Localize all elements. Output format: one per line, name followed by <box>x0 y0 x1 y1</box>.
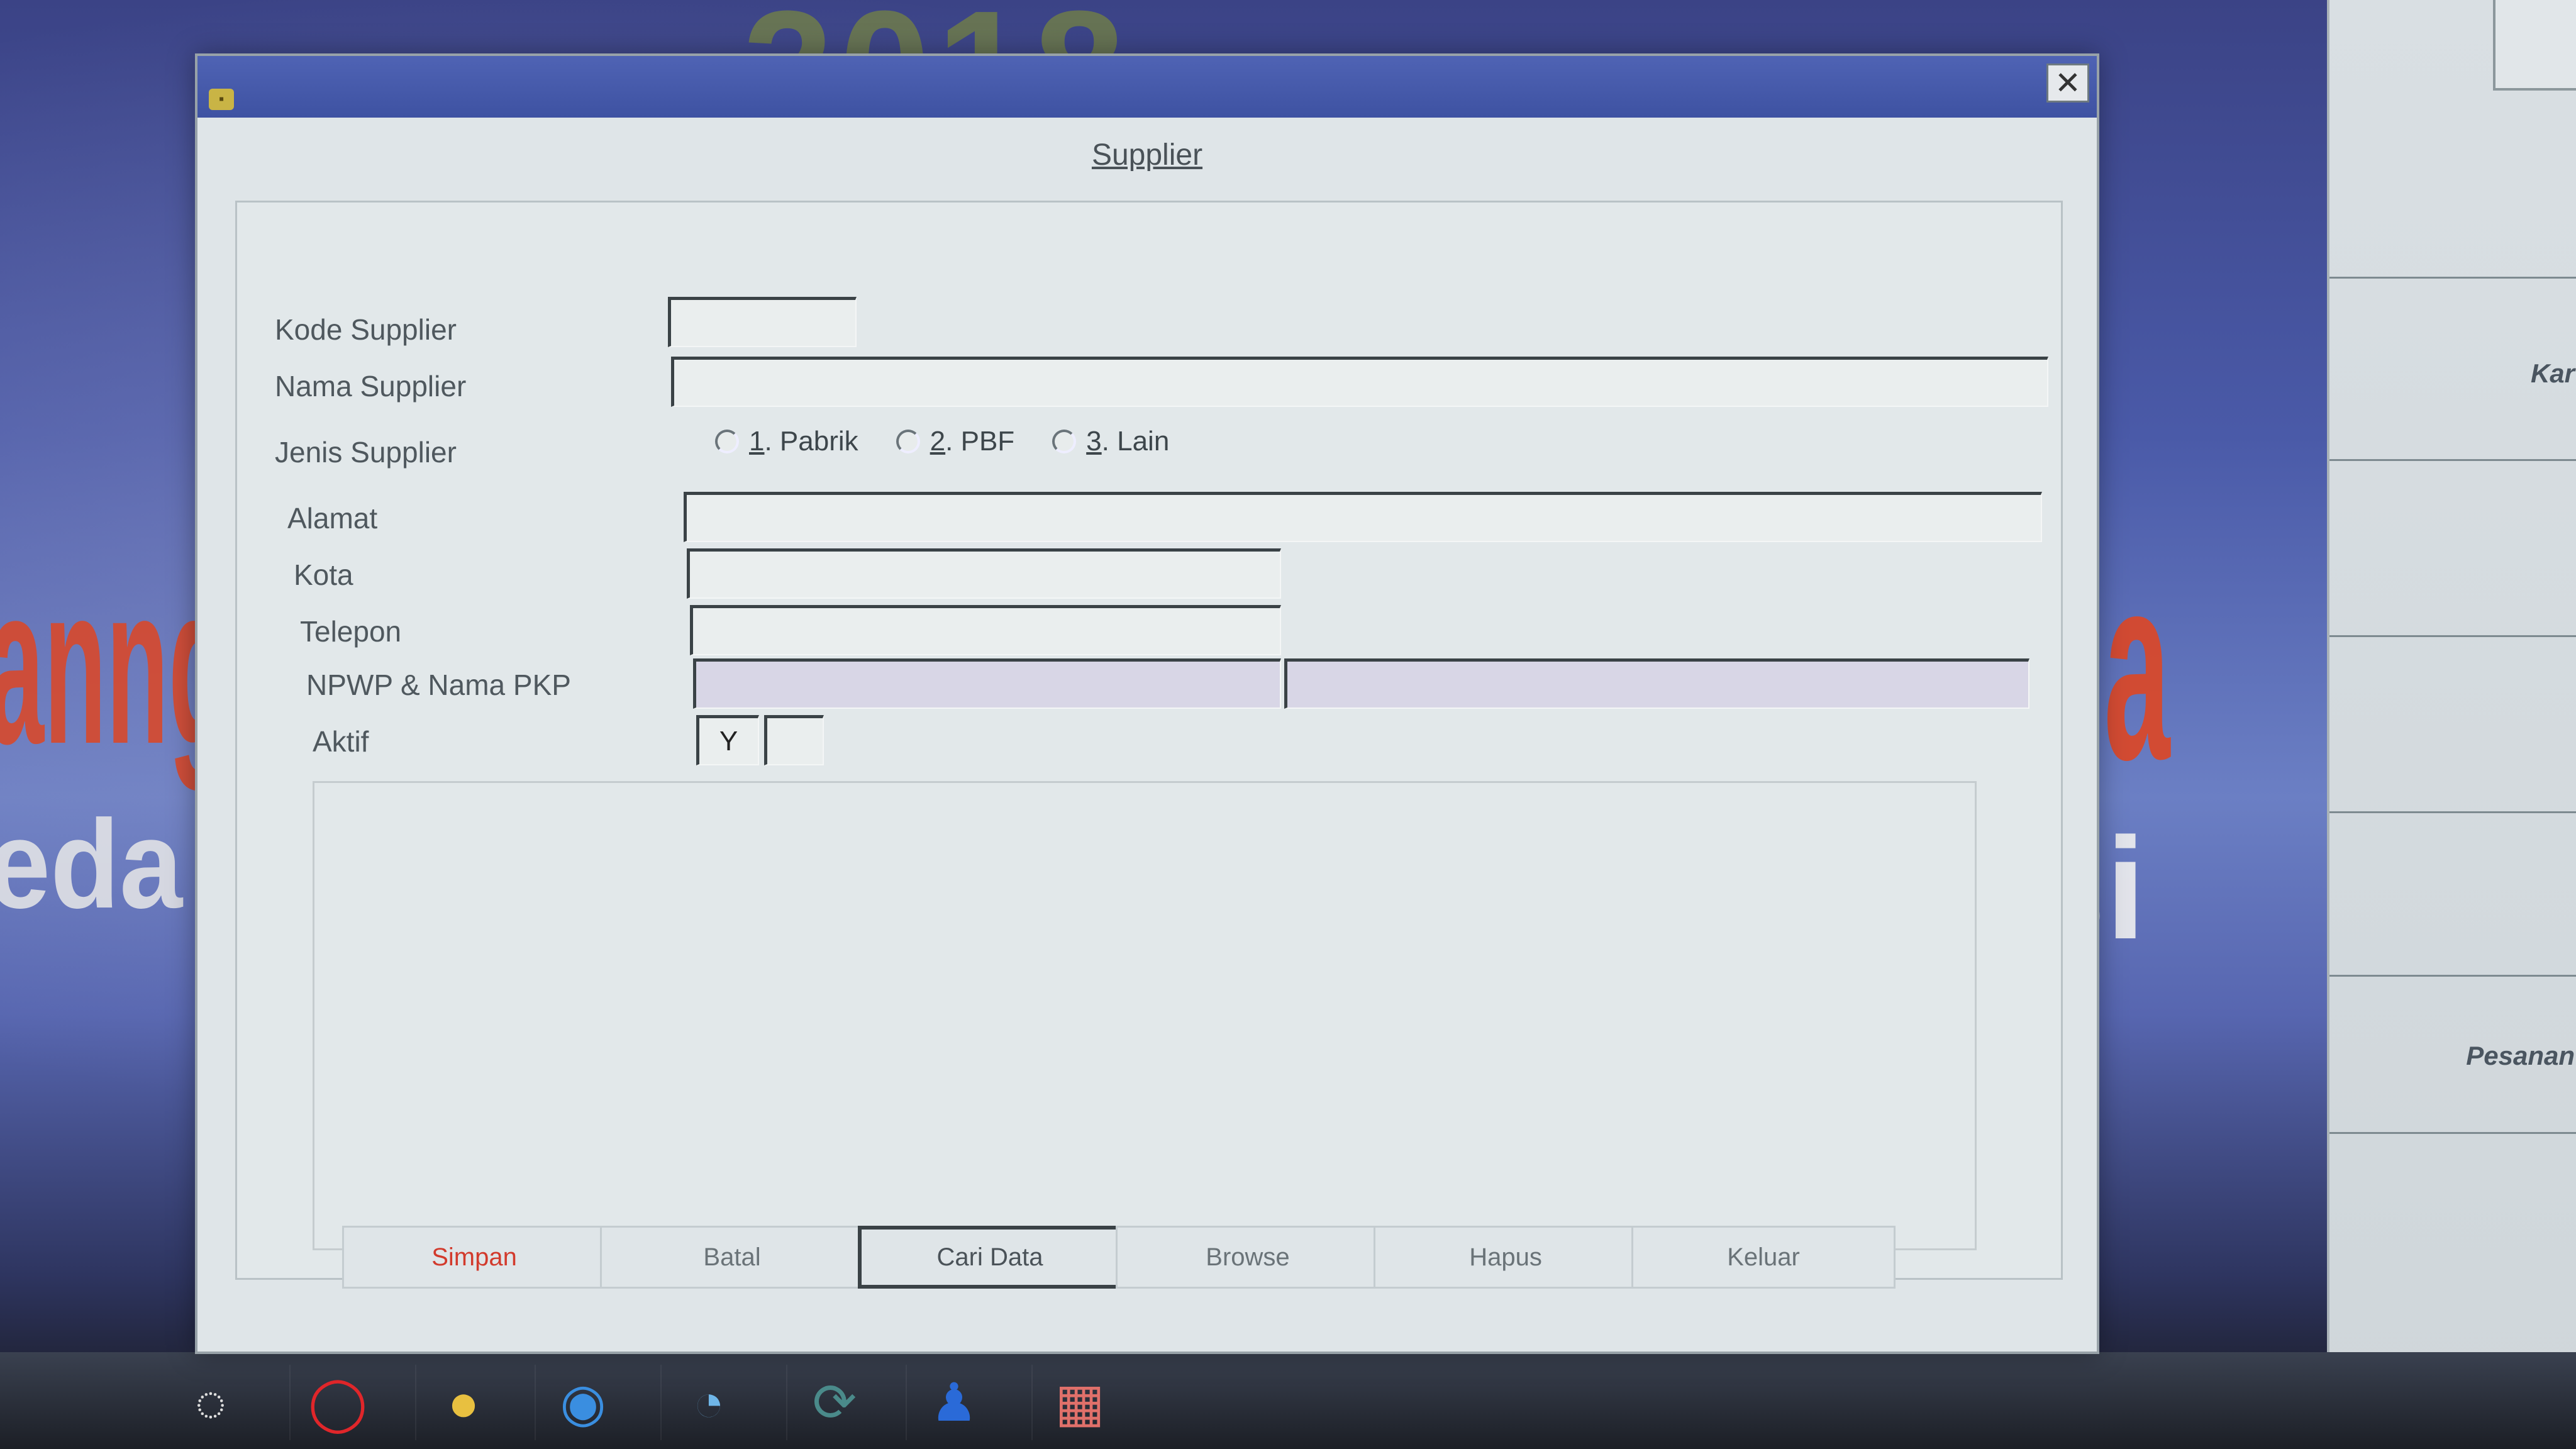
jenis-supplier-radio-group: 1. Pabrik 2. PBF 3. Lain <box>715 426 1169 457</box>
app-icon[interactable]: ⟳ <box>786 1365 882 1440</box>
right-menu-panel: Kar Pesanan <box>2327 0 2576 1449</box>
radio-pbf-key: 2 <box>930 426 946 457</box>
jenis-supplier-label: Jenis Supplier <box>275 436 457 469</box>
browse-button[interactable]: Browse <box>1116 1226 1380 1289</box>
kota-label: Kota <box>294 558 353 591</box>
right-panel-button[interactable] <box>2493 0 2576 91</box>
radio-lain-key: 3 <box>1086 426 1102 457</box>
radio-button-icon[interactable] <box>896 430 920 453</box>
chrome-icon[interactable]: ● <box>415 1365 511 1440</box>
close-button[interactable]: ✕ <box>2046 64 2089 103</box>
start-icon[interactable]: ◌ <box>164 1365 258 1440</box>
simpan-button[interactable]: Simpan <box>342 1226 606 1289</box>
title-bar[interactable]: ▪ ✕ <box>197 56 2097 118</box>
divider <box>2329 277 2576 279</box>
radio-lain-label: . Lain <box>1101 426 1170 457</box>
radio-pabrik[interactable]: 1. Pabrik <box>715 426 858 457</box>
alamat-label: Alamat <box>287 502 378 535</box>
radio-button-icon[interactable] <box>1052 430 1077 453</box>
button-bar: Simpan Batal Cari Data Browse Hapus Kelu… <box>342 1226 2015 1301</box>
form-panel: Kode Supplier Nama Supplier Jenis Suppli… <box>235 201 2063 1280</box>
telepon-input[interactable] <box>690 605 1281 655</box>
ie-icon[interactable]: ◉ <box>535 1365 630 1440</box>
aktif-extra-field[interactable] <box>764 715 824 765</box>
lower-blank-area <box>313 781 1977 1250</box>
hapus-button[interactable]: Hapus <box>1374 1226 1638 1289</box>
divider <box>2329 975 2576 977</box>
banner-fragment-left-2: eda <box>0 794 183 935</box>
keluar-button[interactable]: Keluar <box>1631 1226 1896 1289</box>
network-icon[interactable]: ◔ <box>660 1365 756 1440</box>
radio-button-icon[interactable] <box>715 430 739 453</box>
radio-pbf[interactable]: 2. PBF <box>896 426 1015 457</box>
kode-supplier-label: Kode Supplier <box>275 313 457 346</box>
alamat-input[interactable] <box>684 492 2042 542</box>
menu-label-pesanan[interactable]: Pesanan <box>2466 1041 2575 1071</box>
nama-pkp-input[interactable] <box>1284 658 2029 709</box>
nama-supplier-input[interactable] <box>671 357 2048 407</box>
aktif-input[interactable]: Y <box>696 715 759 765</box>
user-icon[interactable]: ♟ <box>906 1365 1001 1440</box>
aktif-label: Aktif <box>313 725 369 758</box>
divider <box>2329 1132 2576 1134</box>
nama-supplier-label: Nama Supplier <box>275 370 467 402</box>
divider <box>2329 459 2576 461</box>
taskbar: ◌ ◯ ● ◉ ◔ ⟳ ♟ ▦ <box>0 1352 2576 1449</box>
supplier-dialog: ▪ ✕ Supplier Kode Supplier Nama Supplier… <box>195 53 2099 1354</box>
npwp-label: NPWP & Nama PKP <box>306 669 571 701</box>
telepon-label: Telepon <box>300 615 402 648</box>
opera-icon[interactable]: ◯ <box>289 1365 385 1440</box>
menu-label-kar[interactable]: Kar <box>2531 358 2575 389</box>
radio-lain[interactable]: 3. Lain <box>1052 426 1169 457</box>
batal-button[interactable]: Batal <box>600 1226 864 1289</box>
radio-pabrik-key: 1 <box>749 426 765 457</box>
npwp-input[interactable] <box>693 658 1281 709</box>
radio-pbf-label: . PBF <box>945 426 1015 457</box>
form-title: Supplier <box>1091 138 1203 172</box>
kode-supplier-input[interactable] <box>668 297 857 347</box>
paint-icon[interactable]: ▦ <box>1031 1365 1127 1440</box>
radio-pabrik-label: . Pabrik <box>764 426 858 457</box>
window-icon: ▪ <box>209 89 234 110</box>
divider <box>2329 811 2576 813</box>
kota-input[interactable] <box>687 548 1281 599</box>
cari-data-button[interactable]: Cari Data <box>858 1226 1122 1289</box>
divider <box>2329 635 2576 637</box>
